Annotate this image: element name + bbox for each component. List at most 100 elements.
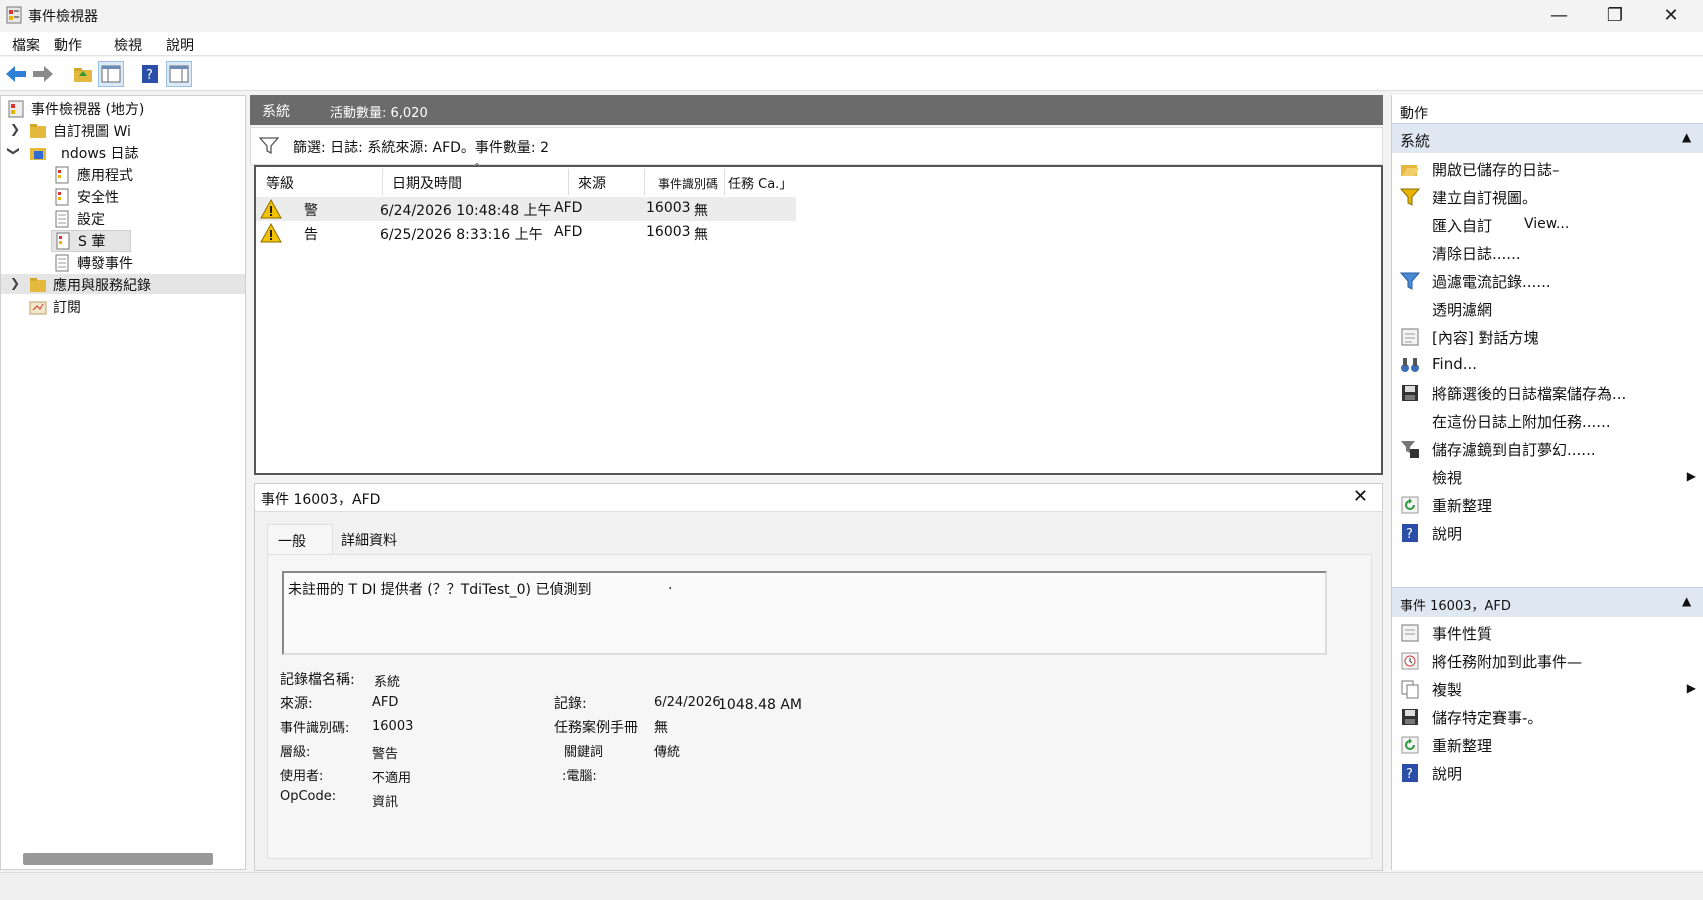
action-label: 事件性質: [1432, 625, 1493, 643]
action-label: [內容] 對話方塊: [1432, 329, 1539, 347]
show-hide-action-pane-button[interactable]: [166, 61, 192, 87]
close-window-button[interactable]: ✕: [1643, 0, 1699, 30]
chevron-right-icon[interactable]: ❯: [10, 122, 20, 136]
source-value: AFD: [372, 695, 399, 710]
action-attach-task-to-event[interactable]: 將任務附加到此事件—: [1392, 647, 1703, 675]
minimize-button[interactable]: —: [1531, 0, 1587, 30]
menu-view[interactable]: 檢視: [114, 35, 142, 55]
copy-icon: [1401, 680, 1419, 699]
tree-item-system[interactable]: S 葷: [51, 230, 131, 252]
tree-item-app-services[interactable]: 應用與服務紀錄: [29, 274, 151, 296]
tree-item-security[interactable]: 安全性: [53, 186, 119, 208]
collapse-triangle-icon[interactable]: ▲: [1682, 594, 1691, 608]
event-id-value: 16003: [372, 719, 414, 734]
action-clear-filter[interactable]: 透明濾網: [1392, 295, 1703, 323]
column-separator[interactable]: [644, 169, 645, 195]
action-event-properties[interactable]: 事件性質: [1392, 619, 1703, 647]
table-row[interactable]: 告 6/25/2026 8:33:16 上午 AFD 16003 無: [256, 221, 796, 245]
logged-date: 6/24/2026: [654, 695, 721, 710]
event-id-label: 事件識別碼:: [280, 721, 350, 736]
help-icon: ?: [142, 65, 158, 83]
action-filter-current-log[interactable]: 過濾電流記錄......: [1392, 267, 1703, 295]
computer-label: :電腦:: [562, 769, 597, 784]
svg-text:?: ?: [146, 68, 153, 83]
action-refresh[interactable]: 重新整理: [1392, 491, 1703, 519]
tree-item-application[interactable]: 應用程式: [53, 164, 133, 186]
column-header-level[interactable]: 等級: [266, 173, 294, 193]
log-icon: [55, 210, 69, 228]
description-text: 未註冊的 T DI 提供者 (？？TdiTest_0) 已偵測到: [288, 582, 592, 598]
row-datetime: 6/24/2026 10:48:48 上午: [380, 203, 552, 219]
console-tree: 事件檢視器 (地方) ❯ 自訂視圖 Wi ❯ ndows 日誌 應用程式 安全性…: [0, 95, 246, 870]
action-open-saved-log[interactable]: 開啟已儲存的日誌–: [1392, 155, 1703, 183]
chevron-down-icon[interactable]: ❯: [7, 146, 21, 156]
column-separator[interactable]: [382, 169, 383, 195]
action-save-filter-to-custom-view[interactable]: 儲存濾鏡到自訂夢幻......: [1392, 435, 1703, 463]
actions-section-system[interactable]: 系統 ▲: [1392, 123, 1703, 153]
forward-button[interactable]: [30, 61, 56, 87]
menu-action[interactable]: 動作: [54, 35, 82, 55]
chevron-right-icon[interactable]: ❯: [10, 276, 20, 290]
action-create-custom-view[interactable]: 建立自訂視圖。: [1392, 183, 1703, 211]
action-label: 儲存特定賽事-。: [1432, 709, 1543, 727]
log-header-count: 活動數量: 6,020: [330, 106, 428, 121]
tree-item-forwarded-events[interactable]: 轉發事件: [53, 252, 133, 274]
pane-icon: [169, 65, 189, 83]
action-label: 過濾電流記錄......: [1432, 273, 1551, 291]
filter-icon: [1400, 188, 1420, 206]
action-copy[interactable]: 複製 ▶: [1392, 675, 1703, 703]
task-category-label: 任務案例手冊: [554, 720, 638, 736]
event-description[interactable]: 未註冊的 T DI 提供者 (？？TdiTest_0) 已偵測到 .: [282, 571, 1327, 655]
action-attach-task-to-log[interactable]: 在這份日誌上附加任務......: [1392, 407, 1703, 435]
tab-general[interactable]: 一般: [267, 524, 333, 554]
column-header-event-id[interactable]: 事件識別碼: [658, 175, 718, 192]
action-clear-log[interactable]: 清除日誌......: [1392, 239, 1703, 267]
help-icon: ?: [1402, 524, 1418, 542]
collapse-triangle-icon[interactable]: ▲: [1682, 130, 1691, 144]
help-toolbar-button[interactable]: ?: [137, 61, 163, 87]
maximize-button[interactable]: ❐: [1587, 0, 1643, 30]
action-properties[interactable]: [內容] 對話方塊: [1392, 323, 1703, 351]
show-hide-tree-button[interactable]: [98, 61, 124, 87]
tab-details[interactable]: 詳細資料: [331, 524, 407, 554]
tree-item-setup[interactable]: 設定: [53, 208, 105, 230]
filter-icon: [1400, 272, 1420, 290]
tree-label-application: 應用程式: [77, 168, 133, 184]
tree-item-windows-logs[interactable]: ndows 日誌: [29, 142, 139, 164]
column-header-source[interactable]: 來源: [578, 173, 606, 193]
row-event-id: 16003: [646, 200, 691, 216]
action-help[interactable]: ? 說明: [1392, 519, 1703, 547]
actions-section-event[interactable]: 事件 16003，AFD ▲: [1392, 587, 1703, 617]
tree-root[interactable]: 事件檢視器 (地方): [7, 98, 144, 120]
horizontal-scrollbar-thumb[interactable]: [23, 853, 213, 865]
column-header-datetime[interactable]: 日期及時間: [392, 173, 462, 193]
action-help-event[interactable]: ? 說明: [1392, 759, 1703, 787]
action-save-filtered-log[interactable]: 將篩選後的日誌檔案儲存為...: [1392, 379, 1703, 407]
table-row[interactable]: 警 6/24/2026 10:48:48 上午 AFD 16003 無: [256, 197, 796, 221]
tree-item-subscriptions[interactable]: 訂閱: [29, 296, 81, 318]
action-label: Find...: [1432, 355, 1478, 373]
menu-file[interactable]: 檔案: [12, 35, 40, 55]
up-folder-button[interactable]: [70, 61, 96, 87]
tree-label-windows-logs: ndows 日誌: [61, 146, 139, 162]
action-save-selected-events[interactable]: 儲存特定賽事-。: [1392, 703, 1703, 731]
column-header-task[interactable]: 任務 Ca.」: [728, 173, 792, 192]
back-button[interactable]: [3, 61, 29, 87]
row-source: AFD: [554, 224, 583, 240]
folder-icon: [30, 278, 46, 292]
column-separator[interactable]: [568, 169, 569, 195]
action-find[interactable]: Find...: [1392, 351, 1703, 379]
tree-item-custom-views[interactable]: 自訂視圖 Wi: [29, 120, 131, 142]
user-label: 使用者:: [280, 769, 324, 784]
menu-help[interactable]: 說明: [166, 35, 194, 55]
action-view[interactable]: 檢視 ▶: [1392, 463, 1703, 491]
action-refresh-event[interactable]: 重新整理: [1392, 731, 1703, 759]
action-import-custom-view[interactable]: 匯入自訂 View...: [1392, 211, 1703, 239]
submenu-arrow-icon: ▶: [1686, 469, 1696, 483]
close-detail-icon[interactable]: ✕: [1353, 486, 1368, 507]
column-separator[interactable]: [724, 169, 725, 195]
filter-text: 篩選: 日誌: 系統來源: AFD。事件數量: 2: [293, 140, 549, 156]
action-label: 在這份日誌上附加任務......: [1432, 413, 1611, 431]
refresh-icon: [1401, 736, 1419, 754]
action-label: 說明: [1432, 525, 1463, 543]
